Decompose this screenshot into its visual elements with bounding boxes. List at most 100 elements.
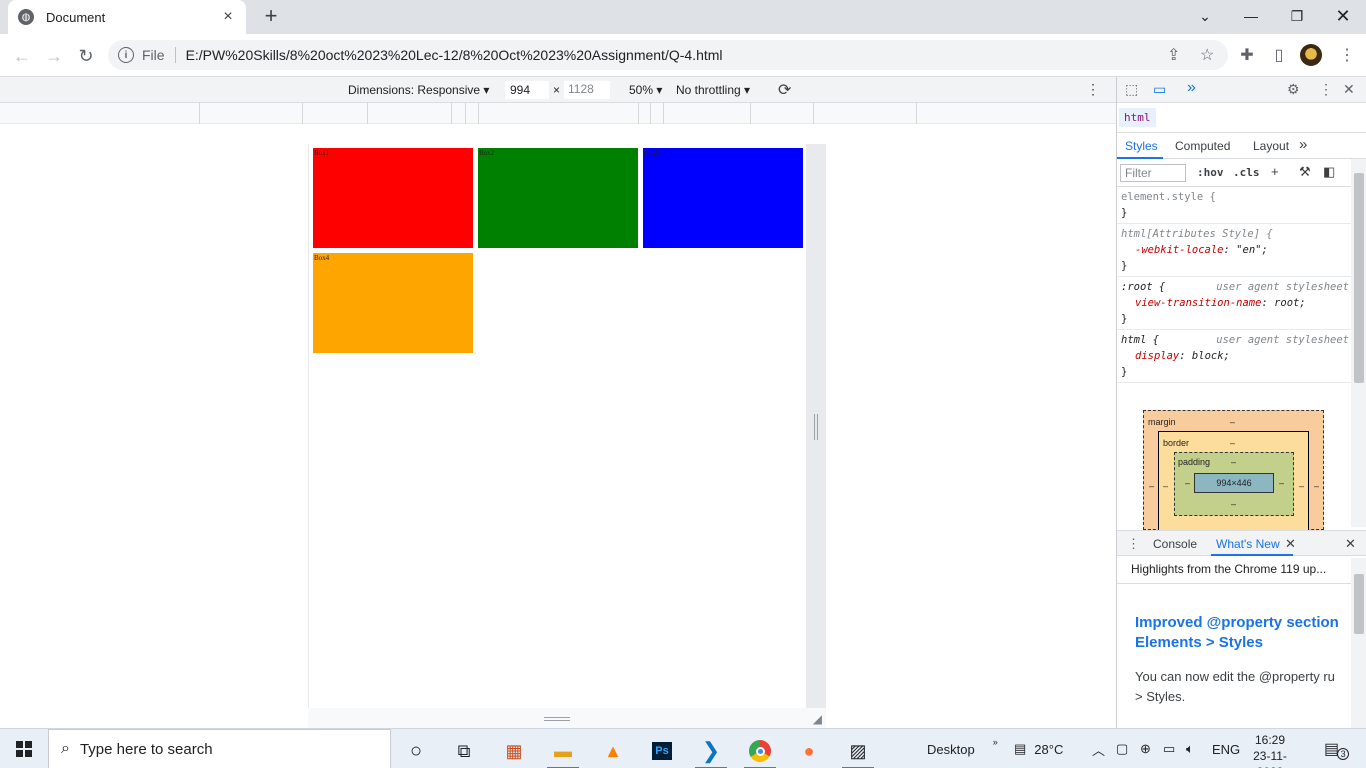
devtools-kebab-icon[interactable]: ⋮ [1319, 81, 1333, 98]
inspect-element-icon[interactable]: ⬚ [1125, 81, 1138, 98]
rule-property: display: block; [1135, 350, 1230, 362]
back-button[interactable]: ← [8, 42, 36, 70]
tray-device-icon[interactable]: ▢ [1116, 729, 1128, 768]
close-window-button[interactable]: ✕ [1320, 0, 1366, 32]
tab-console[interactable]: Console [1153, 537, 1197, 551]
volume-icon[interactable]: 🔈︎ [1186, 729, 1194, 768]
devtools-close-icon[interactable]: ✕ [1343, 81, 1355, 98]
notification-center-icon[interactable]: ▤ 3 [1324, 729, 1350, 768]
more-tabs-chevron-icon[interactable]: » [1187, 79, 1196, 97]
margin-right-value: – [1314, 481, 1320, 491]
profile-avatar[interactable] [1300, 44, 1322, 66]
cls-toggle[interactable]: .cls [1233, 166, 1260, 179]
photos-icon[interactable]: ▨ [838, 733, 878, 768]
language-indicator[interactable]: ENG [1212, 729, 1240, 768]
windows-start-icon[interactable] [16, 741, 32, 757]
info-icon[interactable]: i [118, 47, 134, 63]
taskbar-search-placeholder: Type here to search [79, 740, 213, 758]
address-url[interactable]: E:/PW%20Skills/8%20oct%2023%20Lec-12/8%2… [186, 47, 1228, 63]
dimensions-dropdown[interactable]: Dimensions: Responsive ▾ [348, 83, 489, 97]
hov-toggle[interactable]: :hov [1197, 166, 1224, 179]
close-tab-icon[interactable]: × [220, 8, 236, 26]
paint-brush-icon[interactable]: ⚒ [1299, 164, 1311, 180]
minimize-button[interactable]: — [1228, 0, 1274, 32]
weather-icon: ▤ [1014, 741, 1027, 756]
styles-scrollbar[interactable] [1351, 159, 1366, 527]
breadcrumb-html-node[interactable]: html [1119, 108, 1156, 127]
rule-property: view-transition-name: root; [1135, 297, 1306, 309]
width-input[interactable]: 994 [505, 81, 549, 99]
tab-whats-new[interactable]: What's New [1216, 537, 1280, 551]
tab-title: Document [46, 9, 106, 25]
corner-resize-icon[interactable]: ◢ [813, 712, 822, 726]
bottom-resize-handle[interactable]: ◢ [308, 708, 826, 728]
weather-widget[interactable]: ▤ 28°C [1014, 729, 1063, 768]
margin-label: margin [1148, 417, 1176, 427]
whats-new-content: Improved @property section Elements > St… [1135, 613, 1351, 728]
drawer-close-icon[interactable]: ✕ [1345, 536, 1356, 552]
chrome-icon[interactable] [740, 733, 780, 768]
cortana-icon[interactable]: ○ [396, 733, 436, 768]
restore-button[interactable]: ❐ [1274, 0, 1320, 32]
style-rule-root: :root { user agent stylesheet view-trans… [1117, 277, 1351, 330]
property-name: display [1135, 350, 1180, 362]
breadcrumb: html [1117, 103, 1366, 133]
photoshop-icon[interactable]: Ps [642, 733, 682, 768]
zoom-dropdown[interactable]: 50% ▾ [629, 83, 662, 97]
address-bar[interactable]: i File E:/PW%20Skills/8%20oct%2023%20Lec… [108, 40, 1228, 70]
whats-new-highlights[interactable]: Highlights from the Chrome 119 up... [1117, 556, 1351, 584]
device-more-icon[interactable]: ⋮ [1086, 81, 1100, 98]
throttling-label: No throttling [676, 83, 741, 97]
browser-tab[interactable]: ◍ Document × [8, 0, 246, 34]
new-tab-button[interactable]: + [258, 4, 284, 30]
clock-date: 23-11-2023 [1253, 749, 1287, 768]
taskbar-search[interactable]: ⌕ Type here to search [48, 729, 391, 768]
whats-new-close-icon[interactable]: ✕ [1285, 536, 1296, 552]
rule-source: user agent stylesheet [1216, 334, 1349, 346]
tab-styles[interactable]: Styles [1125, 139, 1158, 153]
tab-search-chevron-icon[interactable]: ⌄ [1182, 0, 1228, 32]
whats-new-body-1: You can now edit the @property ru [1135, 669, 1335, 684]
settings-gear-icon[interactable]: ⚙ [1287, 81, 1300, 98]
property-value: block; [1191, 350, 1230, 362]
height-input[interactable]: 1128 [564, 81, 610, 99]
menu-kebab-icon[interactable]: ⋮ [1334, 42, 1360, 68]
rule-property: -webkit-locale: "en"; [1135, 244, 1268, 256]
padding-top-value: – [1231, 457, 1237, 467]
drawer-scrollbar[interactable] [1351, 558, 1366, 728]
subtabs-more-icon[interactable]: » [1299, 136, 1307, 153]
right-resize-handle[interactable] [806, 144, 826, 708]
box1-label: Box1 [314, 149, 330, 157]
whats-new-headline-2[interactable]: Elements > Styles [1135, 633, 1351, 653]
file-explorer-icon[interactable]: ▬ [543, 733, 583, 768]
tab-computed[interactable]: Computed [1175, 139, 1230, 153]
task-view-icon[interactable]: ⧉ [444, 733, 484, 768]
bookmark-star-icon[interactable]: ☆ [1200, 45, 1214, 65]
share-icon[interactable]: ⇪ [1167, 45, 1180, 65]
network-globe-icon[interactable]: ⊕ [1140, 729, 1151, 768]
toggle-sidebar-icon[interactable]: ◧ [1323, 164, 1335, 180]
new-rule-icon[interactable]: + [1271, 164, 1279, 179]
tray-app-icon[interactable]: ▭ [1163, 729, 1175, 768]
styles-filter-input[interactable]: Filter [1120, 164, 1186, 182]
reload-button[interactable]: ↻ [72, 42, 100, 70]
vscode-icon[interactable]: ❯ [691, 733, 731, 768]
firefox-icon[interactable]: ● [789, 733, 829, 768]
taskbar-clock[interactable]: 16:29 23-11-2023 [1240, 732, 1300, 768]
side-panel-icon[interactable]: ▯ [1266, 42, 1292, 68]
rotate-icon[interactable]: ⟳ [778, 80, 791, 100]
desktop-toolbar[interactable]: Desktop » [927, 729, 998, 768]
drawer-menu-icon[interactable]: ⋮ [1127, 536, 1140, 552]
whats-new-headline[interactable]: Improved @property section [1135, 613, 1351, 633]
border-label: border [1163, 438, 1190, 448]
extensions-icon[interactable]: ✚ [1234, 42, 1260, 68]
border-right-value: – [1299, 481, 1305, 491]
tab-layout[interactable]: Layout [1253, 139, 1289, 153]
throttling-dropdown[interactable]: No throttling ▾ [676, 83, 750, 97]
device-toggle-icon[interactable]: ▭ [1153, 81, 1166, 98]
forward-button[interactable]: → [40, 42, 68, 70]
tray-overflow-icon[interactable]: ︿ [1092, 729, 1105, 768]
clock-time: 16:29 [1254, 733, 1286, 747]
vlc-icon[interactable]: ▲ [593, 733, 633, 768]
store-icon[interactable]: ▦ [494, 733, 534, 768]
